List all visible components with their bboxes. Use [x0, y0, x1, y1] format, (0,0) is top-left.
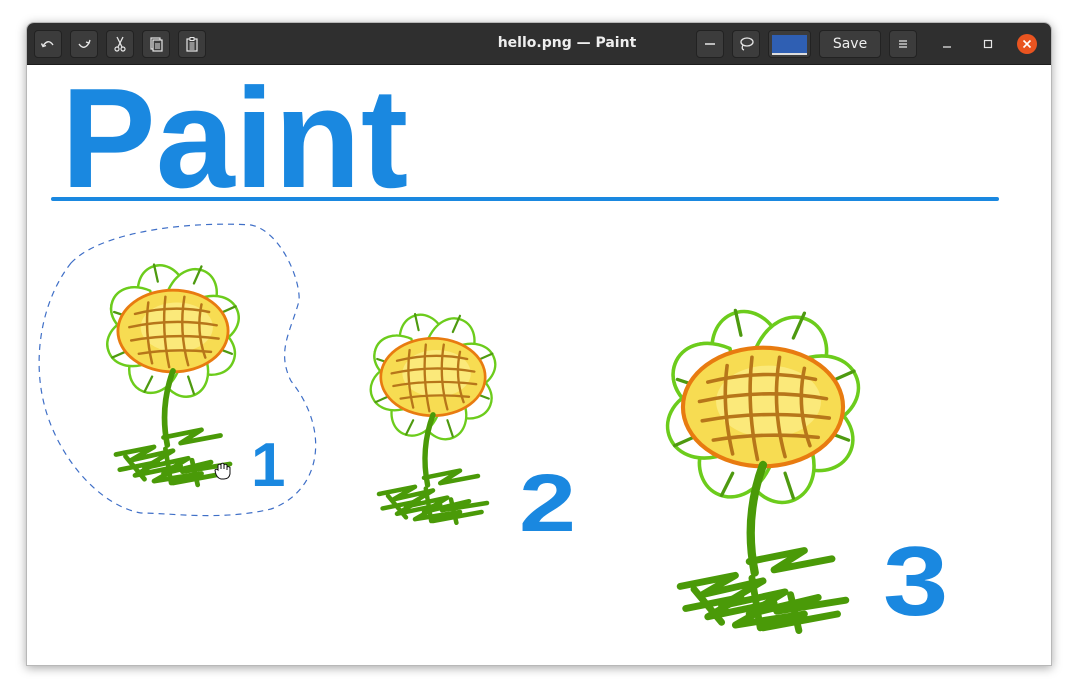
redo-button[interactable]: [70, 30, 98, 58]
color-picker-button[interactable]: [768, 30, 811, 58]
copy-button[interactable]: [142, 30, 170, 58]
copy-icon: [150, 37, 163, 52]
header-bar: hello.png — Paint Save: [27, 23, 1051, 65]
flower-drawing-3: [657, 301, 868, 630]
line-width-button[interactable]: [696, 30, 724, 58]
minimize-icon: [943, 46, 951, 48]
selection-tool-button[interactable]: [732, 30, 760, 58]
scissors-icon: [114, 36, 126, 52]
current-color-swatch: [772, 35, 807, 55]
canvas-heading: Paint: [61, 65, 408, 218]
drawing-canvas[interactable]: Paint 1 2 3: [27, 65, 1051, 665]
paste-button[interactable]: [178, 30, 206, 58]
paint-window: hello.png — Paint Save Paint 1 2 3: [26, 22, 1052, 666]
maximize-button[interactable]: [976, 32, 1000, 56]
main-menu-button[interactable]: [889, 30, 917, 58]
close-icon: [1017, 34, 1037, 54]
lasso-icon: [740, 37, 754, 51]
flower-drawing-2: [364, 308, 502, 523]
flower-drawing-1: [100, 258, 245, 485]
minus-icon: [705, 43, 715, 45]
window-title: hello.png — Paint: [497, 35, 637, 51]
undo-button[interactable]: [34, 30, 62, 58]
redo-icon: [78, 39, 91, 48]
canvas-label-2: 2: [519, 457, 576, 549]
hamburger-icon: [899, 40, 907, 48]
maximize-icon: [983, 39, 993, 49]
undo-icon: [40, 41, 54, 48]
save-button[interactable]: Save: [819, 30, 881, 58]
close-button[interactable]: [1015, 32, 1039, 56]
cut-button[interactable]: [106, 30, 134, 58]
paste-icon: [186, 37, 198, 52]
canvas-label-1: 1: [251, 431, 285, 500]
minimize-button[interactable]: [935, 32, 959, 56]
canvas-label-3: 3: [883, 526, 948, 636]
